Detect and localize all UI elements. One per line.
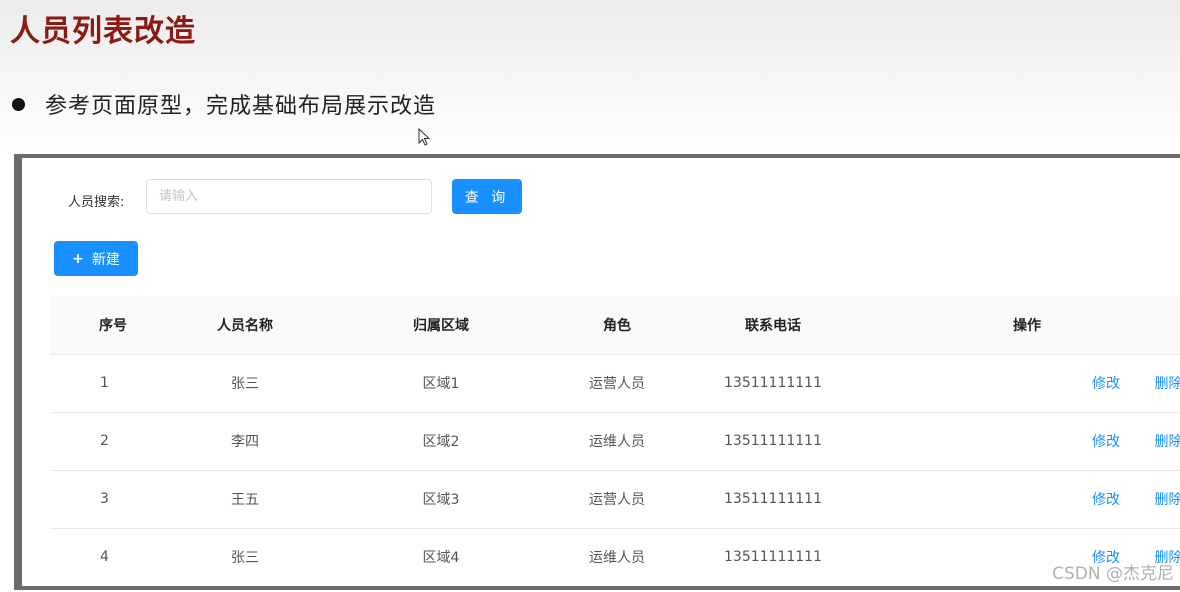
query-button[interactable]: 查 询 — [452, 179, 522, 214]
cell-index: 4 — [50, 528, 160, 586]
delete-link[interactable]: 删除 — [1154, 489, 1180, 509]
header-role: 角色 — [552, 296, 682, 355]
edit-link[interactable]: 修改 — [1092, 489, 1120, 509]
table-row: 4 张三 区域4 运维人员 13511111111 修改 删除 — [50, 528, 1180, 586]
edit-link[interactable]: 修改 — [1092, 431, 1120, 451]
cell-phone: 13511111111 — [682, 528, 864, 586]
cell-role: 运维人员 — [552, 528, 682, 586]
cell-ops: 修改 删除 — [864, 470, 1180, 529]
header-phone: 联系电话 — [682, 296, 864, 355]
cell-role: 运营人员 — [552, 354, 682, 413]
watermark: CSDN @杰克尼 — [1052, 564, 1174, 584]
table-header-row: 序号 人员名称 归属区域 角色 联系电话 操作 — [50, 296, 1180, 355]
search-input[interactable] — [146, 179, 432, 214]
cell-region: 区域1 — [330, 354, 552, 413]
bullet-text: 参考页面原型，完成基础布局展示改造 — [45, 94, 437, 119]
cell-name: 张三 — [160, 354, 330, 413]
delete-link[interactable]: 删除 — [1154, 431, 1180, 451]
cell-name: 李四 — [160, 412, 330, 471]
new-button[interactable]: + 新建 — [54, 241, 138, 276]
table-row: 1 张三 区域1 运营人员 13511111111 修改 删除 — [50, 354, 1180, 413]
plus-icon: + — [72, 250, 84, 267]
slide-title: 人员列表改造 — [10, 14, 196, 49]
cell-region: 区域4 — [330, 528, 552, 586]
header-name: 人员名称 — [160, 296, 330, 355]
cell-role: 运维人员 — [552, 412, 682, 471]
mouse-pointer-icon — [418, 128, 430, 146]
cell-name: 王五 — [160, 470, 330, 529]
table-row: 3 王五 区域3 运营人员 13511111111 修改 删除 — [50, 470, 1180, 529]
cell-index: 1 — [50, 354, 160, 413]
cell-index: 3 — [50, 470, 160, 529]
cell-phone: 13511111111 — [682, 412, 864, 471]
search-label: 人员搜索: — [68, 195, 125, 210]
header-index: 序号 — [50, 296, 160, 355]
cell-region: 区域2 — [330, 412, 552, 471]
delete-link[interactable]: 删除 — [1154, 373, 1180, 393]
header-region: 归属区域 — [330, 296, 552, 355]
table-row: 2 李四 区域2 运维人员 13511111111 修改 删除 — [50, 412, 1180, 471]
new-button-label: 新建 — [91, 251, 120, 268]
header-ops: 操作 — [864, 296, 1180, 355]
cell-phone: 13511111111 — [682, 470, 864, 529]
edit-link[interactable]: 修改 — [1092, 373, 1120, 393]
bullet-point: 参考页面原型，完成基础布局展示改造 — [12, 88, 436, 120]
app-screenshot-frame: 人员搜索: 查 询 + 新建 序号 人员名称 归属区域 角色 联系电话 操作 — [14, 154, 1180, 590]
cell-phone: 13511111111 — [682, 354, 864, 413]
cell-index: 2 — [50, 412, 160, 471]
cell-region: 区域3 — [330, 470, 552, 529]
personnel-table: 序号 人员名称 归属区域 角色 联系电话 操作 1 张三 区域1 运营人员 13 — [50, 296, 1180, 586]
app-panel: 人员搜索: 查 询 + 新建 序号 人员名称 归属区域 角色 联系电话 操作 — [22, 158, 1180, 586]
cell-ops: 修改 删除 — [864, 412, 1180, 471]
cell-ops: 修改 删除 — [864, 354, 1180, 413]
cell-name: 张三 — [160, 528, 330, 586]
cell-role: 运营人员 — [552, 470, 682, 529]
bullet-dot-icon — [12, 97, 25, 111]
